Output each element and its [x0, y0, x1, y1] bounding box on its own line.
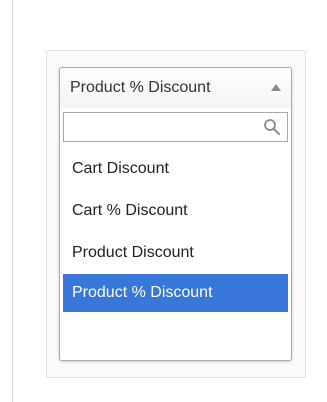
search-field: [63, 112, 288, 142]
options-list: Cart Discount Cart % Discount Product Di…: [63, 148, 288, 312]
select-toggle[interactable]: Product % Discount: [60, 68, 291, 108]
dropdown-panel: Product % Discount Cart Discount Cart % …: [46, 50, 306, 378]
chevron-up-icon: [271, 84, 281, 91]
selected-value: Product % Discount: [70, 79, 211, 96]
option-product-percent-discount[interactable]: Product % Discount: [63, 274, 288, 312]
search-icon: [264, 119, 280, 135]
search-input[interactable]: [64, 113, 266, 141]
discount-type-select: Product % Discount Cart Discount Cart % …: [59, 67, 292, 361]
left-divider: [12, 0, 13, 402]
option-cart-percent-discount[interactable]: Cart % Discount: [63, 190, 288, 232]
option-product-discount[interactable]: Product Discount: [63, 232, 288, 274]
option-cart-discount[interactable]: Cart Discount: [63, 148, 288, 190]
